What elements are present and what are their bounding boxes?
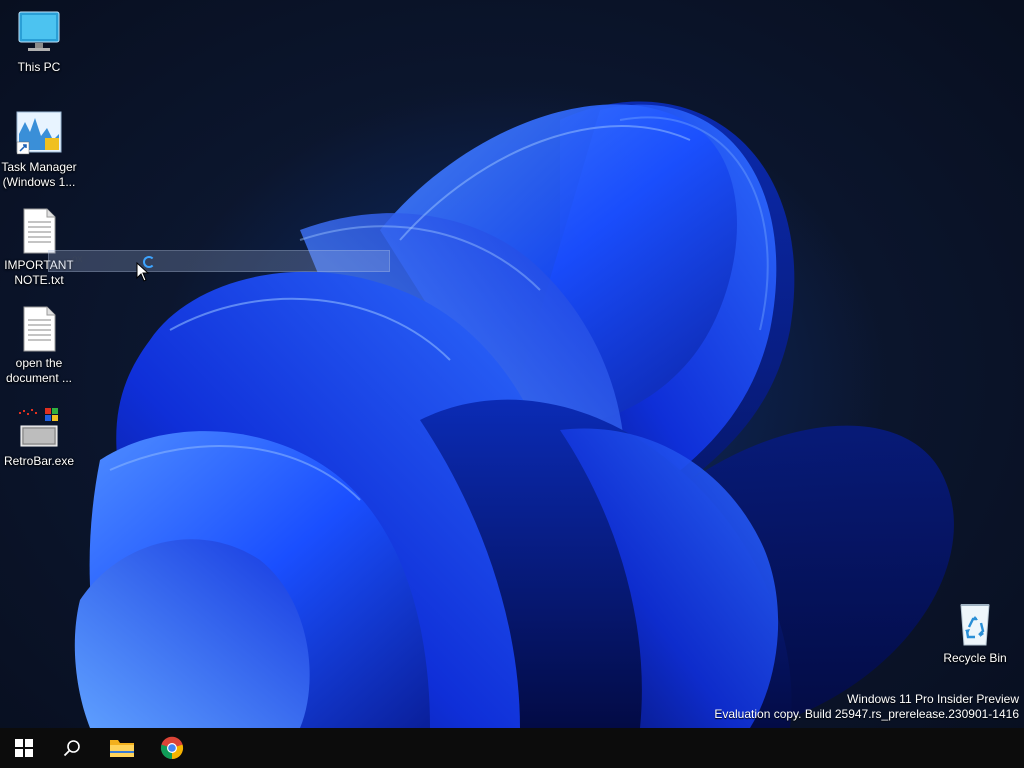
evaluation-watermark: Windows 11 Pro Insider Preview Evaluatio… [714,692,1019,722]
folder-icon [110,740,134,757]
search-button[interactable] [48,728,96,768]
search-icon [63,740,80,757]
retrobar-icon [15,404,63,450]
drag-ghost-text: ox [72,254,83,265]
start-button[interactable] [0,728,48,768]
desktop-icon-label: RetroBar.exe [3,454,75,468]
file-explorer-button[interactable] [98,728,146,768]
wallpaper-bloom [74,101,954,728]
chrome-button[interactable] [148,728,196,768]
desktop-icon-task-manager[interactable]: Task Manager (Windows 1... [1,110,77,190]
desktop-icon-open-the-document[interactable]: open the document ... [1,306,77,386]
recycle-bin-icon [951,601,999,647]
text-file-icon [15,208,63,254]
desktop-icon-recycle-bin[interactable]: Recycle Bin [937,601,1013,666]
desktop-icon-label: Task Manager (Windows 1... [1,160,77,189]
taskbar [0,728,1024,768]
watermark-line-2: Evaluation copy. Build 25947.rs_prerelea… [714,707,1019,721]
text-file-icon [15,306,63,352]
watermark-line-1: Windows 11 Pro Insider Preview [847,692,1019,706]
desktop-icon-label: This PC [17,60,61,74]
chrome-icon [160,736,184,760]
desktop-icon-label: open the document ... [5,356,73,385]
monitor-icon [15,10,63,56]
desktop-icon-retrobar[interactable]: RetroBar.exe [1,404,77,469]
windows-logo-icon [15,739,33,757]
task-manager-icon [15,110,63,156]
desktop-icon-this-pc[interactable]: This PC [1,10,77,75]
desktop-icon-important-note[interactable]: IMPORTANT NOTE.txt [1,208,77,288]
desktop-icon-label: Recycle Bin [943,651,1007,665]
mouse-cursor-icon [136,262,150,282]
drag-ghost-bar: ox [48,250,390,272]
desktop[interactable]: This PC Task Manager (Windows 1... IMPOR… [0,0,1024,728]
